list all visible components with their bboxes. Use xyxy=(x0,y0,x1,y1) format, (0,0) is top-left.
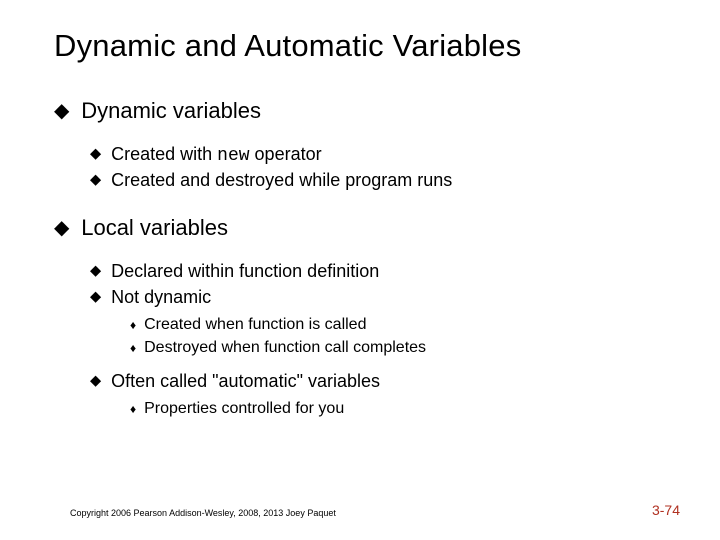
slide: Dynamic and Automatic Variables ◆ Dynami… xyxy=(0,0,720,540)
bullet-icon: ◆ xyxy=(54,215,69,243)
list-item-text: Created with new operator xyxy=(111,144,322,166)
diamond-icon: ♦ xyxy=(130,316,136,335)
list-item: ♦ Created when function is called xyxy=(130,316,680,335)
diamond-icon: ♦ xyxy=(130,339,136,358)
list-item-text: Properties controlled for you xyxy=(144,400,344,418)
list-item-text: Often called "automatic" variables xyxy=(111,371,380,392)
list-item: ◆ Created and destroyed while program ru… xyxy=(90,170,680,192)
bullet-icon: ◆ xyxy=(54,98,69,126)
list-item: ◆ Often called "automatic" variables xyxy=(90,371,680,393)
list-item: ♦ Properties controlled for you xyxy=(130,400,680,419)
section-dynamic-variables: ◆ Dynamic variables xyxy=(54,98,680,126)
section-heading: Local variables xyxy=(81,215,228,241)
page-number: 3-74 xyxy=(652,502,680,518)
code-keyword: new xyxy=(217,146,249,166)
text-post: operator xyxy=(250,144,322,164)
text-pre: Created with xyxy=(111,144,217,164)
list-item: ◆ Created with new operator xyxy=(90,144,680,166)
list-item-text: Destroyed when function call completes xyxy=(144,339,426,357)
section-heading: Dynamic variables xyxy=(81,98,261,124)
section-local-variables: ◆ Local variables xyxy=(54,215,680,243)
bullet-icon: ◆ xyxy=(90,261,101,283)
bullet-icon: ◆ xyxy=(90,287,101,309)
bullet-icon: ◆ xyxy=(90,170,101,192)
copyright-text: Copyright 2006 Pearson Addison-Wesley, 2… xyxy=(70,508,336,518)
list-item-text: Not dynamic xyxy=(111,287,211,308)
list-item-text: Declared within function definition xyxy=(111,261,379,282)
bullet-icon: ◆ xyxy=(90,144,101,166)
list-item: ♦ Destroyed when function call completes xyxy=(130,339,680,358)
list-item-text: Created and destroyed while program runs xyxy=(111,170,452,191)
list-item: ◆ Declared within function definition xyxy=(90,261,680,283)
bullet-icon: ◆ xyxy=(90,371,101,393)
slide-title: Dynamic and Automatic Variables xyxy=(54,28,680,64)
list-item-text: Created when function is called xyxy=(144,316,366,334)
list-item: ◆ Not dynamic xyxy=(90,287,680,309)
diamond-icon: ♦ xyxy=(130,400,136,419)
